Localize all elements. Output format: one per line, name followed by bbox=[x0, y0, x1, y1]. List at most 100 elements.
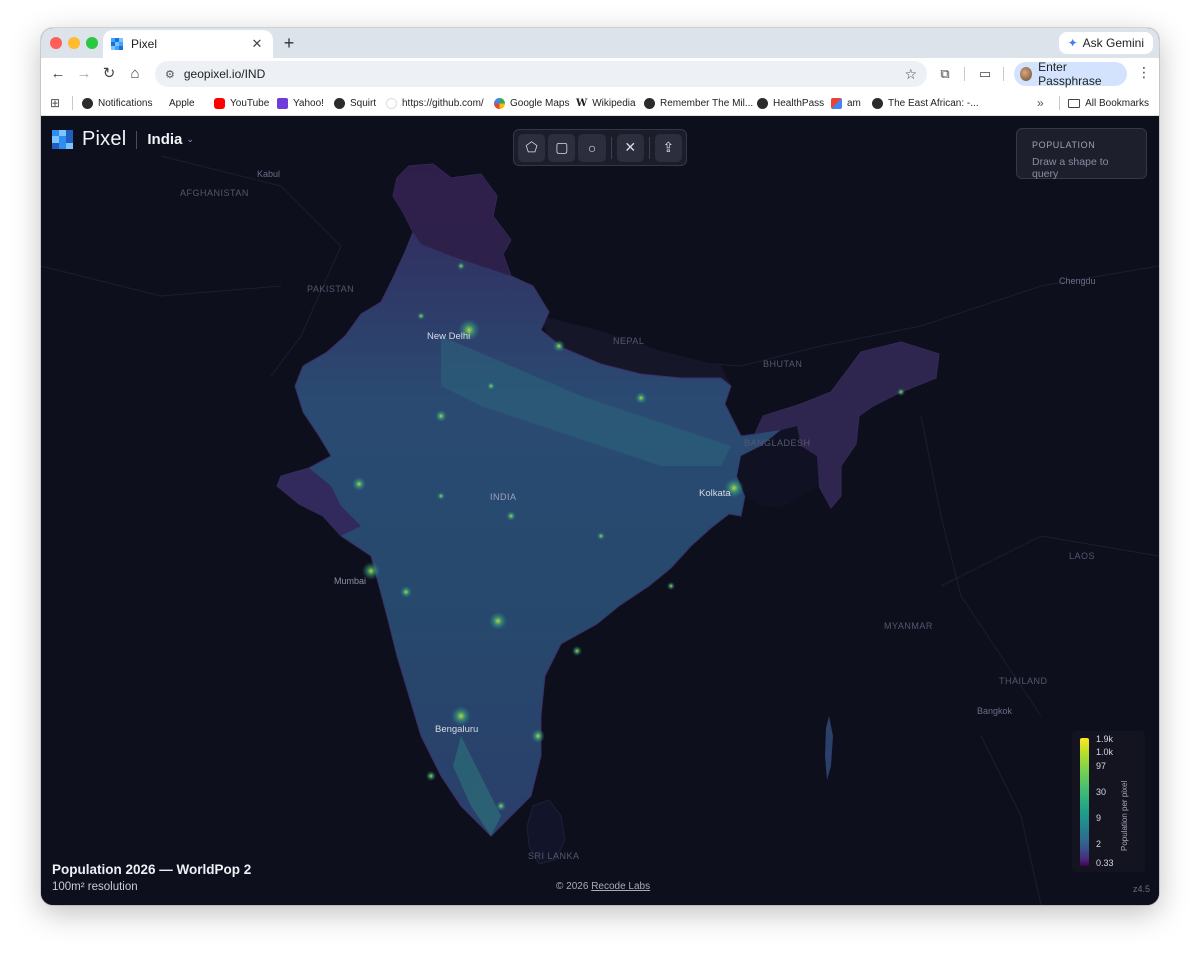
hotspot-kochi bbox=[426, 771, 436, 781]
overflow-chevron-icon[interactable]: » bbox=[1037, 94, 1044, 112]
bookmark-item[interactable]: https://github.com/ bbox=[386, 94, 484, 112]
city-label: Kabul bbox=[257, 169, 281, 179]
bookmark-item[interactable]: am bbox=[831, 94, 861, 112]
legend-tick: 1.0k bbox=[1096, 747, 1114, 757]
dataset-title: Population 2026 — WorldPop 2 bbox=[52, 862, 252, 877]
country-label: INDIA bbox=[490, 492, 517, 502]
all-bookmarks-button[interactable]: All Bookmarks bbox=[1068, 94, 1149, 112]
minimize-window-button[interactable] bbox=[68, 37, 80, 49]
forward-arrow-icon[interactable]: → bbox=[73, 63, 95, 85]
hotspot-lucknow bbox=[553, 340, 565, 352]
new-tab-icon[interactable]: + bbox=[279, 33, 299, 53]
browser-tab[interactable]: Pixel ✕ bbox=[103, 30, 273, 58]
bookmark-item[interactable]: Squirt bbox=[334, 94, 376, 112]
globe-icon bbox=[757, 97, 768, 109]
bookmark-label: Notifications bbox=[98, 97, 153, 109]
close-window-button[interactable] bbox=[50, 37, 62, 49]
city-label: Bengaluru bbox=[435, 724, 479, 735]
tool-divider bbox=[648, 136, 650, 159]
credit-link[interactable]: Recode Labs bbox=[591, 881, 650, 892]
hotspot-ahmedabad bbox=[352, 477, 366, 491]
bookmark-label: Apple bbox=[169, 97, 195, 109]
country-label: PAKISTAN bbox=[307, 284, 355, 294]
cast-search-icon[interactable]: ▭ bbox=[975, 64, 995, 84]
globe-icon bbox=[872, 97, 883, 109]
site-settings-icon[interactable]: ⚙ bbox=[165, 68, 175, 81]
home-icon[interactable]: ⌂ bbox=[124, 63, 146, 85]
url-text[interactable]: geopixel.io/IND bbox=[184, 67, 905, 81]
share-upload-icon[interactable]: ⇪ bbox=[654, 133, 683, 162]
address-bar[interactable]: ⚙ geopixel.io/IND ☆ bbox=[155, 61, 927, 87]
close-icon[interactable]: ✕ bbox=[616, 133, 644, 162]
maximize-window-button[interactable] bbox=[86, 37, 98, 49]
legend-tick: 0.33 bbox=[1096, 858, 1114, 868]
tab-title: Pixel bbox=[131, 37, 158, 51]
city-label: Mumbai bbox=[334, 576, 367, 586]
zoom-level: z4.5 bbox=[1132, 884, 1150, 894]
pixel-favicon-icon bbox=[111, 38, 123, 50]
more-menu-icon[interactable]: ⋮ bbox=[1137, 64, 1151, 81]
hotspot-guwahati bbox=[897, 388, 905, 396]
country-label: BHUTAN bbox=[763, 359, 803, 369]
blank-page-icon bbox=[386, 97, 397, 109]
city-label: Kolkata bbox=[699, 488, 731, 499]
color-legend: 1.9k 1.0k 97 30 9 2 0.33 Population per … bbox=[1072, 731, 1145, 872]
map-canvas[interactable]: Pixel India ⌄ ⬠ ▢ ○ ✕ ⇪ POPULATION Draw … bbox=[41, 116, 1159, 905]
gemini-sparkle-icon: ✦ bbox=[1067, 36, 1078, 50]
legend-title: Population per pixel bbox=[1120, 780, 1129, 851]
bookmark-item[interactable]: YouTube bbox=[214, 94, 269, 112]
hotspot-patna bbox=[635, 392, 647, 404]
bookmark-item[interactable]: Google Maps bbox=[494, 94, 569, 112]
bookmark-item[interactable]: Yahoo! bbox=[277, 94, 324, 112]
bookmark-label: https://github.com/ bbox=[402, 97, 484, 109]
hotspot-raipur bbox=[597, 532, 605, 540]
folder-icon bbox=[1068, 98, 1081, 108]
hotspot-hyderabad bbox=[489, 612, 507, 630]
rectangle-icon[interactable]: ▢ bbox=[548, 133, 576, 162]
github-icon bbox=[82, 97, 93, 109]
hotspot-pune bbox=[400, 586, 412, 598]
bookmarks-bar: ⊞ Notifications Apple YouTube Yahoo! Squ… bbox=[41, 90, 1159, 116]
country-label: LAOS bbox=[1069, 551, 1096, 561]
bookmark-item[interactable]: HealthPass bbox=[757, 94, 824, 112]
bookmark-star-icon[interactable]: ☆ bbox=[904, 66, 917, 83]
bookmark-item[interactable]: The East African: -... bbox=[872, 94, 979, 112]
hotspot-bhubaneswar bbox=[667, 582, 675, 590]
country-label: NEPAL bbox=[613, 336, 645, 346]
circle-icon[interactable]: ○ bbox=[578, 133, 606, 162]
hotspot-bengaluru bbox=[451, 706, 471, 726]
bookmark-item[interactable]: W Wikipedia bbox=[576, 94, 636, 112]
bookmark-item[interactable]: Remember The Mil... bbox=[644, 94, 753, 112]
profile-button[interactable]: Enter Passphrase bbox=[1014, 60, 1127, 88]
profile-label: Enter Passphrase bbox=[1038, 60, 1102, 88]
yahoo-icon bbox=[277, 97, 288, 109]
hotspot-vijayawada bbox=[572, 646, 582, 656]
avatar bbox=[1020, 67, 1033, 81]
legend-tick: 2 bbox=[1096, 839, 1102, 849]
extensions-puzzle-icon[interactable]: ⧉ bbox=[935, 64, 955, 84]
wikipedia-icon: W bbox=[576, 97, 588, 109]
legend-colorbar bbox=[1080, 738, 1089, 866]
bookmark-label: Squirt bbox=[350, 97, 377, 109]
bookmark-item[interactable]: Notifications bbox=[82, 94, 152, 112]
ask-gemini-button[interactable]: ✦ Ask Gemini bbox=[1058, 32, 1153, 54]
country-label: AFGHANISTAN bbox=[180, 188, 249, 198]
app-brand[interactable]: Pixel India ⌄ bbox=[52, 128, 194, 151]
country-selector[interactable]: India bbox=[147, 131, 182, 148]
tab-close-icon[interactable]: ✕ bbox=[249, 36, 265, 52]
bookmark-label: YouTube bbox=[230, 97, 270, 109]
andaman-islands bbox=[825, 716, 833, 780]
apps-grid-icon[interactable]: ⊞ bbox=[50, 94, 60, 112]
bookmark-label: Google Maps bbox=[510, 97, 570, 109]
legend-tick: 9 bbox=[1096, 813, 1102, 823]
panel-title: POPULATION bbox=[1032, 140, 1096, 150]
polygon-icon[interactable]: ⬠ bbox=[518, 133, 546, 162]
bookmarks-divider bbox=[1059, 96, 1060, 110]
panel-hint: Draw a shape to query bbox=[1032, 156, 1109, 180]
tab-strip: Pixel ✕ + ✦ Ask Gemini bbox=[41, 28, 1159, 58]
bookmark-label: The East African: -... bbox=[888, 97, 979, 109]
back-arrow-icon[interactable]: ← bbox=[47, 63, 69, 85]
reload-icon[interactable]: ↻ bbox=[98, 63, 120, 85]
chevron-down-icon[interactable]: ⌄ bbox=[186, 134, 194, 145]
bookmark-item[interactable]: Apple bbox=[164, 94, 195, 112]
